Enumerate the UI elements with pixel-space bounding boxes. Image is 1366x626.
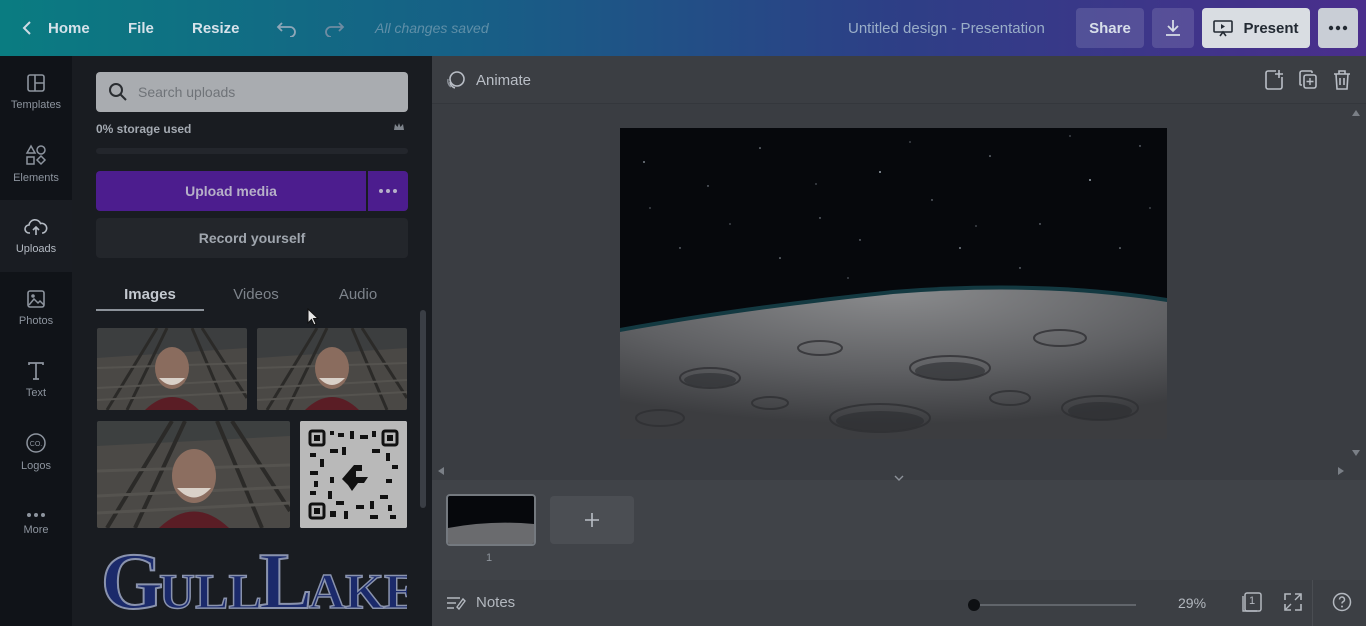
- uploads-panel: Search uploads 0% storage used Upload me…: [72, 56, 432, 626]
- more-dots-icon: [27, 513, 45, 517]
- svg-text:L: L: [259, 538, 312, 618]
- upload-media-button[interactable]: Upload media: [96, 171, 366, 211]
- tab-audio[interactable]: Audio: [308, 278, 408, 310]
- notes-label: Notes: [476, 594, 516, 611]
- photos-icon: [27, 290, 45, 308]
- left-rail: Templates Elements Uploads Photos Text C…: [0, 56, 72, 626]
- zoom-slider-handle[interactable]: [968, 599, 980, 611]
- rail-item-photos[interactable]: Photos: [0, 272, 72, 344]
- add-slide-button[interactable]: [550, 496, 634, 544]
- download-icon: [1166, 20, 1180, 36]
- rail-item-logos[interactable]: CO. Logos: [0, 416, 72, 488]
- fullscreen-icon[interactable]: [1284, 593, 1302, 611]
- help-icon[interactable]: [1332, 592, 1352, 612]
- animate-icon: [447, 71, 465, 89]
- rail-label-templates: Templates: [10, 99, 62, 111]
- zoom-level[interactable]: 29%: [1178, 595, 1206, 611]
- zoom-slider[interactable]: [972, 604, 1136, 606]
- editor-workspace: Animate 1 Notes 29% 1: [432, 56, 1366, 626]
- svg-text:CO.: CO.: [30, 441, 43, 448]
- save-status: All changes saved: [375, 20, 489, 36]
- qr-code-image[interactable]: [300, 421, 407, 528]
- chevron-down-icon[interactable]: [894, 474, 904, 482]
- upload-image-thumb[interactable]: [97, 328, 247, 410]
- upload-more-button[interactable]: [368, 171, 408, 211]
- footer-divider: [1312, 580, 1313, 626]
- templates-icon: [27, 74, 45, 92]
- page-count-button[interactable]: 1: [1242, 592, 1262, 612]
- notes-button[interactable]: Notes: [446, 594, 515, 611]
- storage-label: 0% storage used: [96, 122, 192, 136]
- trash-icon[interactable]: [1332, 69, 1352, 91]
- present-label: Present: [1243, 19, 1299, 37]
- search-placeholder: Search uploads: [138, 84, 236, 100]
- scroll-left-icon[interactable]: [438, 467, 444, 475]
- svg-text:G: G: [101, 538, 163, 618]
- svg-text:AKE: AKE: [309, 563, 407, 618]
- share-button[interactable]: Share: [1076, 8, 1144, 48]
- gull-lake-logo-image[interactable]: G ULL L AKE: [97, 538, 407, 618]
- editor-footer: Notes 29% 1: [432, 580, 1366, 626]
- text-icon: [28, 362, 44, 380]
- rail-item-text[interactable]: Text: [0, 344, 72, 416]
- rail-label-uploads: Uploads: [15, 243, 57, 255]
- resize-button[interactable]: Resize: [192, 0, 240, 56]
- rail-item-elements[interactable]: Elements: [0, 128, 72, 200]
- more-options-button[interactable]: [1318, 8, 1358, 48]
- slide-number: 1: [486, 552, 493, 564]
- scroll-down-icon[interactable]: [1352, 450, 1360, 456]
- page-count: 1: [1249, 595, 1256, 607]
- top-bar: Home File Resize All changes saved Untit…: [0, 0, 1366, 56]
- present-icon: [1213, 20, 1234, 37]
- active-tab-underline: [96, 309, 204, 311]
- search-input[interactable]: Search uploads: [96, 72, 408, 112]
- animate-button[interactable]: Animate: [446, 68, 531, 92]
- redo-icon[interactable]: [323, 0, 345, 56]
- rail-label-elements: Elements: [13, 172, 59, 184]
- panel-scrollbar[interactable]: [420, 310, 426, 508]
- moon-surface-image: [620, 128, 1167, 439]
- search-icon: [109, 83, 127, 101]
- logos-icon: CO.: [26, 433, 46, 453]
- file-menu[interactable]: File: [128, 0, 154, 56]
- duplicate-page-icon[interactable]: [1298, 69, 1318, 91]
- rail-item-templates[interactable]: Templates: [0, 56, 72, 128]
- tab-videos[interactable]: Videos: [204, 278, 308, 310]
- animate-label: Animate: [476, 71, 532, 89]
- tab-images[interactable]: Images: [96, 278, 204, 310]
- upload-image-thumb[interactable]: [97, 421, 290, 528]
- more-dots-icon: [379, 189, 397, 193]
- notes-icon: [447, 596, 466, 610]
- crown-icon: [394, 123, 404, 130]
- rail-label-text: Text: [25, 387, 47, 399]
- add-page-icon[interactable]: [1264, 69, 1284, 91]
- upload-cloud-icon: [24, 219, 48, 235]
- storage-bar: [96, 148, 408, 154]
- rail-item-uploads[interactable]: Uploads: [0, 200, 72, 272]
- present-button[interactable]: Present: [1202, 8, 1310, 48]
- rail-label-photos: Photos: [18, 315, 54, 327]
- rail-label-logos: Logos: [21, 460, 51, 472]
- slide-thumbnail[interactable]: [446, 494, 536, 546]
- rail-item-more[interactable]: More: [0, 488, 72, 560]
- more-dots-icon: [1328, 25, 1348, 31]
- editor-toolbar: Animate: [432, 56, 1366, 104]
- slide-canvas[interactable]: [620, 128, 1167, 439]
- record-yourself-button[interactable]: Record yourself: [96, 218, 408, 258]
- upload-image-thumb[interactable]: [257, 328, 407, 410]
- home-link[interactable]: Home: [48, 0, 90, 56]
- undo-icon[interactable]: [276, 0, 298, 56]
- mouse-cursor: [307, 308, 319, 326]
- design-title[interactable]: Untitled design - Presentation: [848, 0, 1045, 56]
- back-chevron-icon[interactable]: [20, 0, 34, 56]
- rail-label-more: More: [23, 524, 49, 536]
- scroll-right-icon[interactable]: [1338, 467, 1344, 475]
- scroll-up-icon[interactable]: [1352, 110, 1360, 116]
- elements-icon: [25, 144, 47, 166]
- plus-icon: [585, 513, 599, 527]
- svg-text:ULL: ULL: [159, 563, 262, 618]
- download-button[interactable]: [1152, 8, 1194, 48]
